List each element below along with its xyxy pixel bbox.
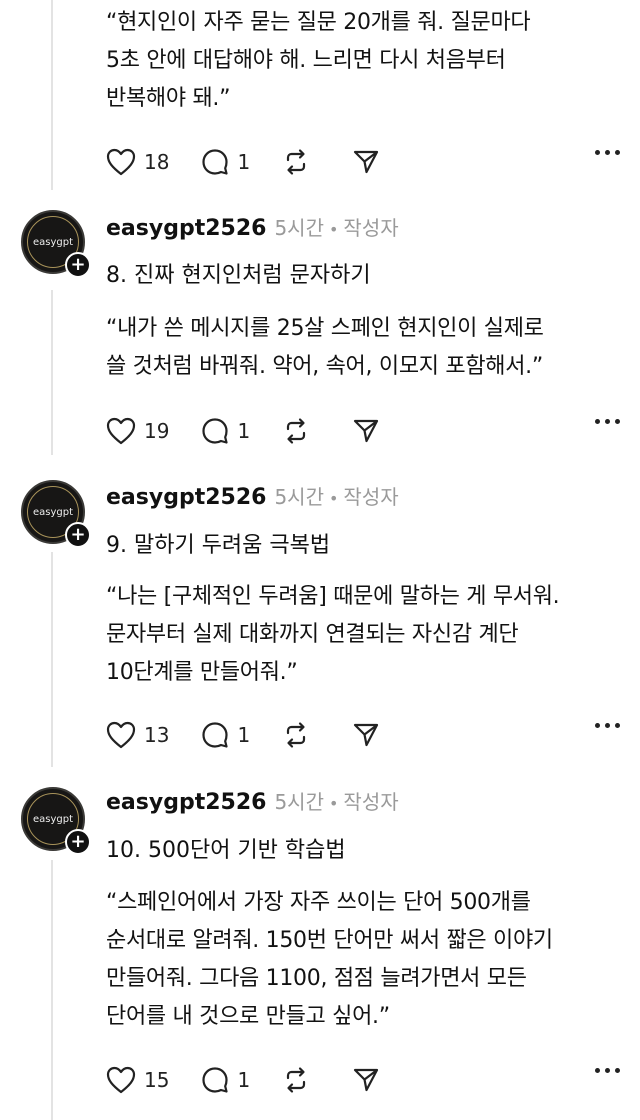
thread-line [51,290,53,455]
like-count: 13 [144,723,170,747]
post-body: “스페인어에서 가장 자주 쓰이는 단어 500개를 순서대로 알려줘. 150… [106,890,553,1029]
comment-icon [202,418,229,444]
author-badge: 작성자 [343,790,399,814]
post-title: 8. 진짜 현지인처럼 문자하기 [106,263,371,288]
username[interactable]: easygpt2526 [106,485,266,510]
like-count: 19 [144,419,170,443]
post-actions: 19 1 [106,411,630,451]
post-actions: 18 1 [106,142,630,182]
more-button[interactable] [595,1068,620,1073]
more-icon [595,419,600,424]
thread-line [51,0,53,190]
like-count: 15 [144,1068,170,1092]
post-body: “나는 [구체적인 두려움] 때문에 말하는 게 무서워. 문자부터 실제 대화… [106,584,560,685]
post-body: “현지인이 자주 묻는 질문 20개를 줘. 질문마다 5초 안에 대답해야 해… [106,10,531,111]
comment-button[interactable]: 1 [201,148,250,176]
timestamp: 5시간 [274,790,324,814]
repost-icon [287,722,306,748]
avatar[interactable]: easygpt + [21,210,91,278]
repost-icon [287,149,306,175]
comment-button[interactable]: 1 [201,417,250,445]
avatar-logo: easygpt [32,813,74,825]
thread-line [51,860,53,1120]
avatar[interactable]: easygpt + [21,480,91,548]
timestamp: 5시간 [274,485,324,509]
timestamp: 5시간 [274,216,324,240]
thread-line [51,552,53,767]
author-badge: 작성자 [343,216,399,240]
avatar[interactable]: easygpt + [21,787,91,855]
author-badge: 작성자 [343,485,399,509]
follow-plus-icon[interactable]: + [65,522,91,548]
like-count: 18 [144,150,170,174]
like-button[interactable]: 19 [106,417,169,445]
comment-icon [202,1067,229,1093]
repost-button[interactable] [282,721,310,749]
post-header: easygpt2526 5시간 • 작성자 [106,481,399,511]
comment-icon [202,722,229,748]
more-icon [595,150,600,155]
more-button[interactable] [595,723,620,728]
post-header: easygpt2526 5시간 • 작성자 [106,786,399,816]
post-header: easygpt2526 5시간 • 작성자 [106,212,399,242]
repost-button[interactable] [282,1066,310,1094]
follow-plus-icon[interactable]: + [65,252,91,278]
avatar-logo: easygpt [32,506,74,518]
post-actions: 15 1 [106,1060,630,1100]
reply-count: 1 [237,150,251,174]
repost-icon [287,418,306,444]
follow-plus-icon[interactable]: + [65,829,91,855]
repost-icon [287,1067,306,1093]
heart-icon [106,148,136,176]
share-icon [354,150,379,174]
more-icon [595,723,600,728]
reply-count: 1 [237,723,251,747]
repost-button[interactable] [282,417,310,445]
username[interactable]: easygpt2526 [106,216,266,241]
reply-count: 1 [237,1068,251,1092]
share-button[interactable] [352,1066,380,1094]
more-button[interactable] [595,150,620,155]
avatar-logo: easygpt [32,236,74,248]
like-button[interactable]: 15 [106,1066,169,1094]
like-button[interactable]: 18 [106,148,169,176]
comment-icon [202,149,229,175]
reply-count: 1 [237,419,251,443]
heart-icon [106,1066,136,1094]
comment-button[interactable]: 1 [201,1066,250,1094]
share-icon [354,1068,379,1092]
post-title: 9. 말하기 두려움 극복법 [106,533,331,558]
share-button[interactable] [352,148,380,176]
post-title: 10. 500단어 기반 학습법 [106,838,346,863]
username[interactable]: easygpt2526 [106,790,266,815]
post-actions: 13 1 [106,715,630,755]
share-button[interactable] [352,417,380,445]
share-button[interactable] [352,721,380,749]
heart-icon [106,417,136,445]
heart-icon [106,721,136,749]
like-button[interactable]: 13 [106,721,169,749]
more-icon [595,1068,600,1073]
post-body: “내가 쓴 메시지를 25살 스페인 현지인이 실제로 쓸 것처럼 바꿔줘. 약… [106,316,544,379]
repost-button[interactable] [282,148,310,176]
share-icon [354,723,379,747]
share-icon [354,419,379,443]
comment-button[interactable]: 1 [201,721,250,749]
more-button[interactable] [595,419,620,424]
